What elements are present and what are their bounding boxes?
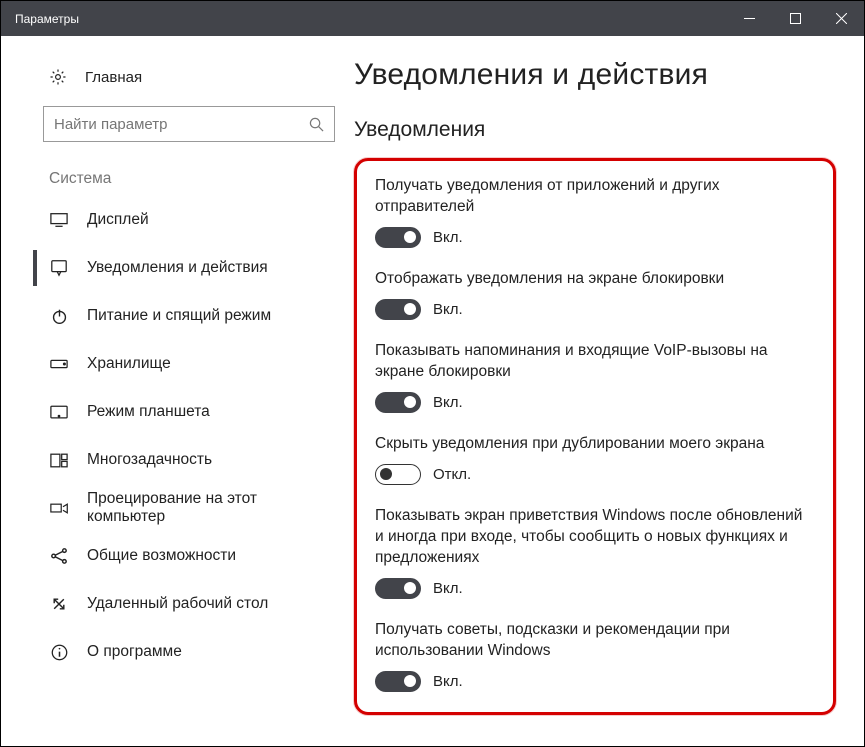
sidebar-item-label: О программе bbox=[87, 643, 182, 661]
section-title: Система bbox=[1, 142, 334, 196]
sidebar-item-notifications[interactable]: Уведомления и действия bbox=[1, 244, 334, 292]
sidebar-item-label: Удаленный рабочий стол bbox=[87, 595, 268, 613]
sidebar-item-power[interactable]: Питание и спящий режим bbox=[1, 292, 334, 340]
settings-group: Получать уведомления от приложений и дру… bbox=[354, 158, 836, 715]
setting-label: Скрыть уведомления при дублировании моег… bbox=[375, 433, 815, 454]
toggle-state: Вкл. bbox=[433, 580, 463, 597]
multitask-icon bbox=[49, 450, 69, 470]
setting-hide-when-duplicating: Скрыть уведомления при дублировании моег… bbox=[375, 433, 815, 485]
setting-label: Показывать напоминания и входящие VoIP-в… bbox=[375, 340, 815, 382]
setting-lockscreen-notifications: Отображать уведомления на экране блокиро… bbox=[375, 268, 815, 320]
toggle-state: Вкл. bbox=[433, 301, 463, 318]
toggle-switch[interactable] bbox=[375, 578, 421, 599]
search-placeholder: Найти параметр bbox=[54, 116, 168, 133]
toggle-state: Откл. bbox=[433, 466, 471, 483]
sidebar-item-label: Дисплей bbox=[87, 211, 149, 229]
setting-label: Отображать уведомления на экране блокиро… bbox=[375, 268, 815, 289]
maximize-button[interactable] bbox=[772, 1, 818, 36]
sidebar-item-label: Уведомления и действия bbox=[87, 259, 268, 277]
toggle-switch[interactable] bbox=[375, 392, 421, 413]
sidebar-item-about[interactable]: О программе bbox=[1, 628, 334, 676]
sidebar-item-tablet[interactable]: Режим планшета bbox=[1, 388, 334, 436]
storage-icon bbox=[49, 354, 69, 374]
remote-icon bbox=[49, 594, 69, 614]
search-input[interactable]: Найти параметр bbox=[43, 106, 335, 142]
setting-get-notifications: Получать уведомления от приложений и дру… bbox=[375, 175, 815, 248]
toggle-state: Вкл. bbox=[433, 394, 463, 411]
project-icon bbox=[49, 498, 69, 518]
sidebar-item-label: Питание и спящий режим bbox=[87, 307, 271, 325]
sidebar: Главная Найти параметр Система Дисплей bbox=[1, 36, 334, 746]
power-icon bbox=[49, 306, 69, 326]
minimize-button[interactable] bbox=[726, 1, 772, 36]
window-title: Параметры bbox=[15, 12, 79, 26]
search-icon bbox=[309, 117, 324, 132]
sidebar-item-label: Режим планшета bbox=[87, 403, 210, 421]
gear-icon bbox=[49, 68, 69, 86]
sidebar-item-label: Многозадачность bbox=[87, 451, 212, 469]
setting-label: Показывать экран приветствия Windows пос… bbox=[375, 505, 815, 568]
info-icon bbox=[49, 642, 69, 662]
section-heading: Уведомления bbox=[354, 118, 836, 142]
sidebar-item-project[interactable]: Проецирование на этот компьютер bbox=[1, 484, 334, 532]
sidebar-item-label: Проецирование на этот компьютер bbox=[87, 490, 334, 526]
titlebar: Параметры bbox=[1, 1, 864, 36]
share-icon bbox=[49, 546, 69, 566]
sidebar-item-label: Хранилище bbox=[87, 355, 171, 373]
setting-voip-reminders: Показывать напоминания и входящие VoIP-в… bbox=[375, 340, 815, 413]
window-controls bbox=[726, 1, 864, 36]
toggle-switch[interactable] bbox=[375, 227, 421, 248]
sidebar-item-remote[interactable]: Удаленный рабочий стол bbox=[1, 580, 334, 628]
sidebar-item-shared[interactable]: Общие возможности bbox=[1, 532, 334, 580]
home-label: Главная bbox=[85, 69, 142, 86]
sidebar-item-label: Общие возможности bbox=[87, 547, 236, 565]
toggle-switch[interactable] bbox=[375, 299, 421, 320]
toggle-state: Вкл. bbox=[433, 673, 463, 690]
sidebar-item-multitask[interactable]: Многозадачность bbox=[1, 436, 334, 484]
notification-icon bbox=[49, 258, 69, 278]
close-button[interactable] bbox=[818, 1, 864, 36]
display-icon bbox=[49, 210, 69, 230]
home-button[interactable]: Главная bbox=[1, 58, 334, 96]
setting-tips: Получать советы, подсказки и рекомендаци… bbox=[375, 619, 815, 692]
toggle-switch[interactable] bbox=[375, 464, 421, 485]
tablet-icon bbox=[49, 402, 69, 422]
toggle-switch[interactable] bbox=[375, 671, 421, 692]
page-title: Уведомления и действия bbox=[354, 58, 836, 92]
setting-label: Получать советы, подсказки и рекомендаци… bbox=[375, 619, 815, 661]
content-area: Уведомления и действия Уведомления Получ… bbox=[334, 36, 864, 746]
sidebar-item-display[interactable]: Дисплей bbox=[1, 196, 334, 244]
toggle-state: Вкл. bbox=[433, 229, 463, 246]
sidebar-item-storage[interactable]: Хранилище bbox=[1, 340, 334, 388]
setting-label: Получать уведомления от приложений и дру… bbox=[375, 175, 815, 217]
setting-welcome-screen: Показывать экран приветствия Windows пос… bbox=[375, 505, 815, 599]
